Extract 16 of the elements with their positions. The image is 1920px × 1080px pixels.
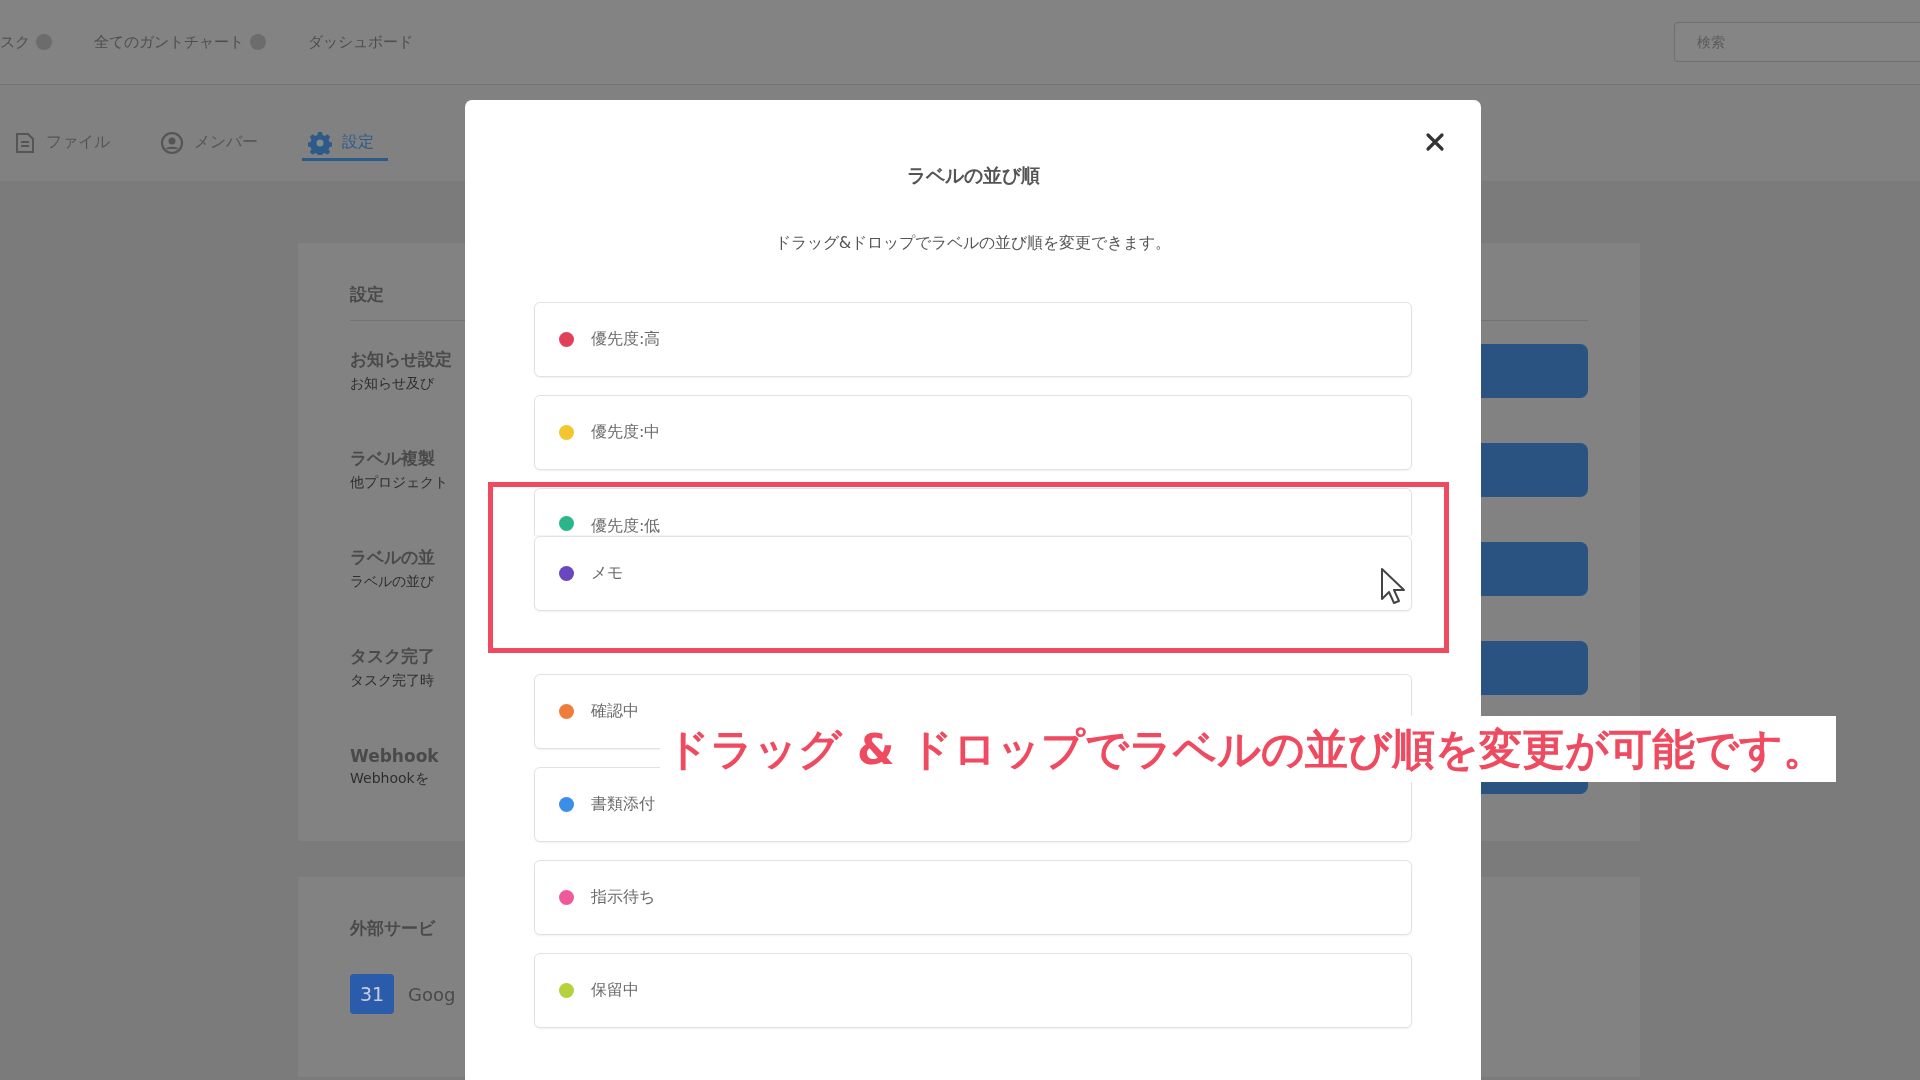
- setting-title: お知らせ設定: [350, 348, 452, 371]
- setting-description: Webhookを: [350, 769, 430, 788]
- service-name: Goog: [408, 983, 456, 1005]
- section-heading: 外部サービ: [350, 917, 436, 940]
- setting-description: 他プロジェクト: [350, 474, 448, 492]
- setting-title: ラベル複製: [350, 447, 436, 470]
- setting-title: Webhook: [350, 745, 439, 766]
- setting-description: タスク完了時: [350, 672, 435, 690]
- setting-description: ラベルの並び: [350, 573, 435, 591]
- annotation-tooltip: ドラッグ & ドロップでラベルの並び順を変更が可能です。: [660, 716, 1837, 782]
- dialog-description: ドラッグ&ドロップでラベルの並び順を変更できます。: [773, 232, 1173, 254]
- calendar-icon: 31: [350, 974, 394, 1014]
- dialog-title: ラベルの並び順: [905, 163, 1041, 188]
- setting-title: ラベルの並: [350, 546, 435, 569]
- setting-title: タスク完了: [350, 645, 435, 668]
- setting-description: お知らせ及び: [350, 375, 435, 393]
